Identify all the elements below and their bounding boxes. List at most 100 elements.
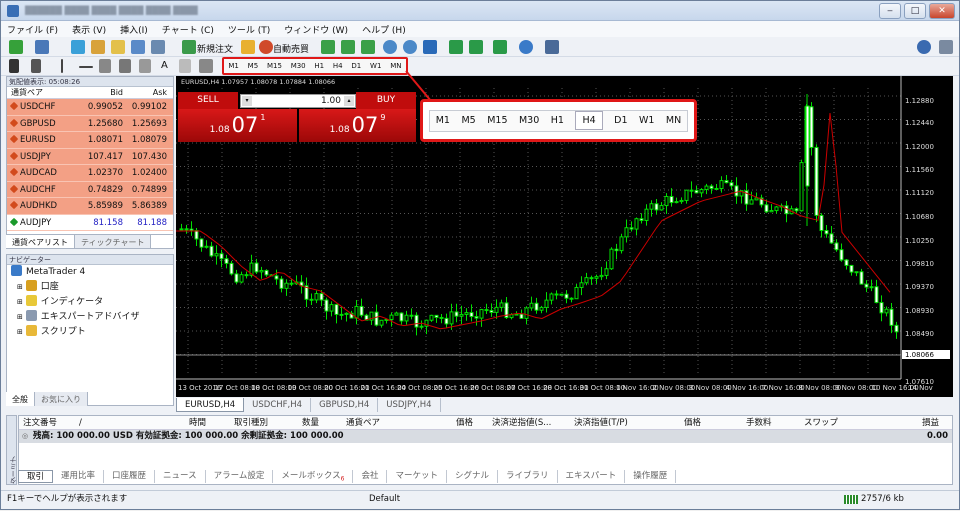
chat-icon[interactable] xyxy=(939,40,953,54)
trendline-icon[interactable] xyxy=(99,59,111,73)
bar-chart-icon[interactable] xyxy=(321,40,335,54)
col-volume[interactable]: 数量 xyxy=(302,416,346,429)
tf-mn[interactable]: MN xyxy=(390,62,401,70)
menu-help[interactable]: ヘルプ (H) xyxy=(362,23,406,36)
tf-d1[interactable]: D1 xyxy=(351,62,361,70)
chart-tab-usdjpy[interactable]: USDJPY,H4 xyxy=(378,398,441,412)
zoom-in-icon[interactable] xyxy=(383,40,397,54)
tab-tick-chart[interactable]: ティックチャート xyxy=(75,235,152,248)
sell-price[interactable]: 1.08 07 1 xyxy=(178,109,297,142)
tile-windows-icon[interactable] xyxy=(423,40,437,54)
tf-h1[interactable]: H1 xyxy=(314,62,324,70)
quote-row[interactable]: USDCHF 0.99052 0.99102 xyxy=(7,99,173,116)
quote-row[interactable]: AUDJPY 81.158 81.188 xyxy=(7,214,173,231)
sell-button[interactable]: SELL xyxy=(178,92,238,109)
menu-view[interactable]: 表示 (V) xyxy=(72,23,106,36)
minimize-button[interactable]: ‒ xyxy=(879,3,901,19)
tf-m15[interactable]: M15 xyxy=(267,62,282,70)
tf-h4[interactable]: H4 xyxy=(333,62,343,70)
chart-shift-icon[interactable] xyxy=(449,40,463,54)
periods-icon[interactable] xyxy=(519,40,533,54)
col-ask[interactable]: Ask xyxy=(123,87,167,98)
tab-exposure[interactable]: 運用比率 xyxy=(53,470,105,483)
autotrade-button[interactable]: 自動売買 xyxy=(273,42,309,55)
tab-history[interactable]: 口座履歴 xyxy=(104,470,156,483)
nav-item-scripts[interactable]: ⊞ スクリプト xyxy=(7,325,173,340)
terminal-icon[interactable] xyxy=(131,40,145,54)
tester-icon[interactable] xyxy=(151,40,165,54)
text-icon[interactable]: A xyxy=(161,60,168,71)
tab-signals[interactable]: シグナル xyxy=(447,470,498,483)
cursor-icon[interactable] xyxy=(9,59,19,73)
tab-trade[interactable]: 取引 xyxy=(18,470,54,483)
nav-item-experts[interactable]: ⊞ エキスパートアドバイザ xyxy=(7,310,173,325)
quote-row[interactable]: GBPUSD 1.25680 1.25693 xyxy=(7,115,173,132)
data-window-icon[interactable] xyxy=(91,40,105,54)
templates-icon[interactable] xyxy=(545,40,559,54)
candle-chart-icon[interactable] xyxy=(341,40,355,54)
col-time[interactable]: 時間 xyxy=(189,416,234,429)
profiles-icon[interactable] xyxy=(35,40,49,54)
search-icon[interactable] xyxy=(917,40,931,54)
menu-insert[interactable]: 挿入(I) xyxy=(120,23,148,36)
col-order[interactable]: 注文番号 xyxy=(19,416,79,429)
tab-favorites[interactable]: お気に入り xyxy=(35,392,88,406)
tf-m30[interactable]: M30 xyxy=(291,62,306,70)
chart-tab-gbpusd[interactable]: GBPUSD,H4 xyxy=(311,398,379,412)
col-bid[interactable]: Bid xyxy=(79,87,123,98)
col-swap[interactable]: スワップ xyxy=(804,416,922,429)
quote-row[interactable]: AUDCAD 1.02370 1.02400 xyxy=(7,165,173,182)
menu-file[interactable]: ファイル (F) xyxy=(7,23,58,36)
quote-row[interactable]: EURUSD 1.08071 1.08079 xyxy=(7,132,173,149)
quote-row[interactable]: AUDHKD 5.85989 5.86389 xyxy=(7,198,173,215)
nav-root[interactable]: MetaTrader 4 xyxy=(7,265,173,280)
zoom-tf-m1[interactable]: M1 xyxy=(436,115,450,126)
tf-m1[interactable]: M1 xyxy=(228,62,239,70)
col-commission[interactable]: 手数料 xyxy=(746,416,804,429)
zoom-tf-m15[interactable]: M15 xyxy=(487,115,507,126)
zoom-tf-mn[interactable]: MN xyxy=(666,115,681,126)
chart-tab-usdchf[interactable]: USDCHF,H4 xyxy=(244,398,312,412)
lot-decrease-icon[interactable]: ▾ xyxy=(242,96,252,106)
new-order-icon[interactable] xyxy=(182,40,196,54)
tab-journal[interactable]: 操作履歴 xyxy=(625,470,677,483)
zoom-tf-d1[interactable]: D1 xyxy=(614,115,627,126)
new-order-button[interactable]: 新規注文 xyxy=(197,42,233,55)
menu-chart[interactable]: チャート (C) xyxy=(162,23,214,36)
zoom-tf-h4[interactable]: H4 xyxy=(575,111,603,130)
lot-size-input[interactable]: ▾ 1.00 ▴ xyxy=(240,94,356,108)
col-sl[interactable]: 決済逆指値(S... xyxy=(492,416,574,429)
market-watch-icon[interactable] xyxy=(71,40,85,54)
nav-item-indicators[interactable]: ⊞ インディケータ xyxy=(7,295,173,310)
tab-symbols[interactable]: 通貨ペアリスト xyxy=(6,235,75,248)
tab-news[interactable]: ニュース xyxy=(155,470,206,483)
col-symbol[interactable]: 通貨ペア xyxy=(7,87,79,98)
meta-editor-icon[interactable] xyxy=(241,40,255,54)
text-label-icon[interactable] xyxy=(179,59,191,73)
horizontal-line-icon[interactable] xyxy=(79,66,93,68)
buy-price[interactable]: 1.08 07 9 xyxy=(299,109,416,142)
col-price[interactable]: 価格 xyxy=(456,416,492,429)
arrows-icon[interactable] xyxy=(199,59,213,73)
zoom-tf-m30[interactable]: M30 xyxy=(519,115,539,126)
lot-increase-icon[interactable]: ▴ xyxy=(344,96,354,106)
maximize-button[interactable]: □ xyxy=(904,3,926,19)
indicators-icon[interactable] xyxy=(493,40,507,54)
tf-w1[interactable]: W1 xyxy=(370,62,381,70)
tab-experts[interactable]: エキスパート xyxy=(558,470,626,483)
zoom-tf-h1[interactable]: H1 xyxy=(551,115,564,126)
zoom-tf-m5[interactable]: M5 xyxy=(461,115,475,126)
line-chart-icon[interactable] xyxy=(361,40,375,54)
vertical-line-icon[interactable] xyxy=(61,59,63,73)
col-price2[interactable]: 価格 xyxy=(684,416,746,429)
new-chart-icon[interactable] xyxy=(9,40,23,54)
tab-alerts[interactable]: アラーム設定 xyxy=(206,470,274,483)
fibonacci-icon[interactable] xyxy=(139,59,151,73)
menu-tools[interactable]: ツール (T) xyxy=(228,23,270,36)
col-type[interactable]: 取引種別 xyxy=(234,416,302,429)
quote-row[interactable]: AUDCHF 0.74829 0.74899 xyxy=(7,181,173,198)
autoscroll-icon[interactable] xyxy=(469,40,483,54)
chart-tab-eurusd[interactable]: EURUSD,H4 xyxy=(176,398,245,412)
col-symbol[interactable]: 通貨ペア xyxy=(346,416,456,429)
menu-window[interactable]: ウィンドウ (W) xyxy=(284,23,348,36)
